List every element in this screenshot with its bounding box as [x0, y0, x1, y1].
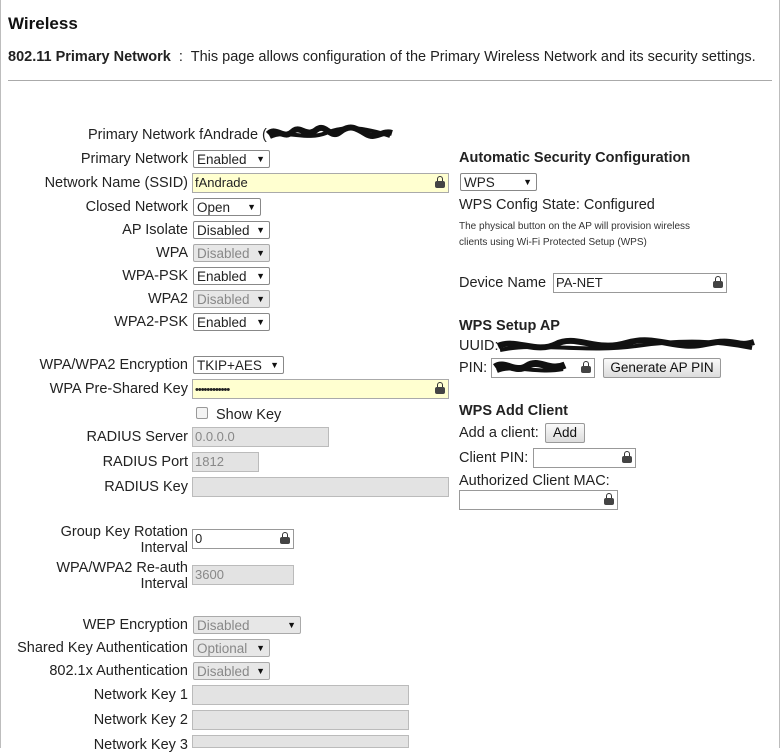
- add-client-label: Add a client:: [459, 425, 539, 441]
- add-client-button[interactable]: Add: [545, 423, 585, 443]
- ssid-label: Network Name (SSID): [44, 175, 188, 191]
- radius-server-input: 0.0.0.0: [192, 427, 329, 447]
- device-name-label: Device Name: [459, 275, 547, 291]
- chevron-down-icon: ▼: [256, 294, 265, 304]
- wps-setup-title: WPS Setup AP: [459, 318, 560, 334]
- ap-isolate-select[interactable]: Disabled ▼: [193, 221, 270, 239]
- reauth-input: 3600: [192, 565, 294, 585]
- show-key-checkbox[interactable]: [196, 407, 208, 419]
- radius-key-label: RADIUS Key: [104, 479, 188, 495]
- wpa-psk-select[interactable]: Enabled ▼: [193, 267, 270, 285]
- shared-key-auth-select: Optional ▼: [193, 639, 270, 657]
- wpa2-psk-label: WPA2-PSK: [114, 314, 188, 330]
- redacted-scribble: [496, 337, 755, 352]
- ssid-input[interactable]: fAndrade: [192, 173, 449, 193]
- wps-config-state: WPS Config State: Configured: [459, 197, 655, 213]
- lock-icon: [622, 451, 632, 463]
- lock-icon: [280, 532, 290, 544]
- reauth-label-line2: Interval: [140, 576, 188, 592]
- encryption-select[interactable]: TKIP+AES ▼: [193, 356, 284, 374]
- wps-note-line2: clients using Wi-Fi Protected Setup (WPS…: [459, 237, 647, 248]
- lock-icon: [435, 382, 445, 394]
- auto-security-select[interactable]: WPS ▼: [460, 173, 537, 191]
- network-key-2-label: Network Key 2: [93, 712, 188, 728]
- chevron-down-icon: ▼: [256, 225, 265, 235]
- pin-label: PIN:: [459, 360, 488, 376]
- encryption-label: WPA/WPA2 Encryption: [39, 357, 188, 373]
- wpa-label: WPA: [156, 245, 188, 261]
- subtitle-section: 802.11 Primary Network: [8, 49, 171, 65]
- shared-key-auth-label: Shared Key Authentication: [17, 640, 188, 656]
- group-key-label-line2: Interval: [140, 540, 188, 556]
- primary-network-label: Primary Network: [80, 151, 188, 167]
- auth-8021x-select: Disabled ▼: [193, 662, 270, 680]
- generate-ap-pin-button[interactable]: Generate AP PIN: [603, 358, 721, 378]
- closed-network-label: Closed Network: [85, 199, 188, 215]
- wps-note-line1: The physical button on the AP will provi…: [459, 221, 691, 232]
- chevron-down-icon: ▼: [247, 202, 256, 212]
- redacted-scribble: [266, 124, 393, 139]
- radius-port-input: 1812: [192, 452, 259, 472]
- wep-encryption-select: Disabled ▼: [193, 616, 301, 634]
- page-title: Wireless: [8, 14, 78, 33]
- chevron-down-icon: ▼: [287, 620, 296, 630]
- wpa2-label: WPA2: [147, 291, 188, 307]
- radius-key-input: [192, 477, 449, 497]
- client-pin-label: Client PIN:: [459, 450, 529, 466]
- lock-icon: [581, 361, 591, 373]
- divider: [8, 80, 772, 81]
- auth-8021x-label: 802.1x Authentication: [49, 663, 188, 679]
- wpa2-psk-select[interactable]: Enabled ▼: [193, 313, 270, 331]
- client-pin-input[interactable]: [533, 448, 636, 468]
- device-name-input[interactable]: PA-NET: [553, 273, 727, 293]
- radius-server-label: RADIUS Server: [86, 429, 188, 445]
- chevron-down-icon: ▼: [256, 317, 265, 327]
- ap-isolate-label: AP Isolate: [122, 222, 188, 238]
- subtitle-separator: :: [178, 49, 183, 65]
- lock-icon: [604, 493, 614, 505]
- reauth-label-line1: WPA/WPA2 Re-auth: [56, 560, 188, 576]
- auth-client-mac-input[interactable]: [459, 490, 618, 510]
- page-subtitle: 802.11 Primary Network : This page allow…: [8, 49, 756, 65]
- group-key-label-line1: Group Key Rotation: [60, 524, 188, 540]
- chevron-down-icon: ▼: [523, 177, 532, 187]
- closed-network-select[interactable]: Open ▼: [193, 198, 261, 216]
- chevron-down-icon: ▼: [256, 643, 265, 653]
- psk-label: WPA Pre-Shared Key: [49, 381, 188, 397]
- wps-add-client-title: WPS Add Client: [459, 403, 569, 419]
- network-key-3-label: Network Key 3: [93, 737, 188, 753]
- network-key-3-input: [192, 735, 409, 748]
- wpa2-select: Disabled ▼: [193, 290, 270, 308]
- wep-encryption-label: WEP Encryption: [82, 617, 188, 633]
- uuid-label: UUID:: [459, 338, 499, 354]
- chevron-down-icon: ▼: [256, 666, 265, 676]
- primary-network-header: Primary Network fAndrade (: [88, 127, 267, 143]
- redacted-scribble: [493, 359, 567, 373]
- psk-input[interactable]: ••••••••••••: [192, 379, 449, 399]
- wpa-select: Disabled ▼: [193, 244, 270, 262]
- lock-icon: [435, 176, 445, 188]
- lock-icon: [713, 276, 723, 288]
- chevron-down-icon: ▼: [270, 360, 279, 370]
- group-key-input[interactable]: 0: [192, 529, 294, 549]
- wpa-psk-label: WPA-PSK: [122, 268, 188, 284]
- chevron-down-icon: ▼: [256, 154, 265, 164]
- radius-port-label: RADIUS Port: [102, 454, 188, 470]
- chevron-down-icon: ▼: [256, 271, 265, 281]
- chevron-down-icon: ▼: [256, 248, 265, 258]
- auto-security-title: Automatic Security Configuration: [459, 150, 691, 166]
- auth-client-mac-label: Authorized Client MAC:: [459, 473, 610, 489]
- subtitle-description: This page allows configuration of the Pr…: [190, 49, 756, 65]
- network-key-1-input: [192, 685, 409, 705]
- show-key-label: Show Key: [216, 407, 282, 423]
- primary-network-select[interactable]: Enabled ▼: [193, 150, 270, 168]
- network-key-1-label: Network Key 1: [93, 687, 188, 703]
- network-key-2-input: [192, 710, 409, 730]
